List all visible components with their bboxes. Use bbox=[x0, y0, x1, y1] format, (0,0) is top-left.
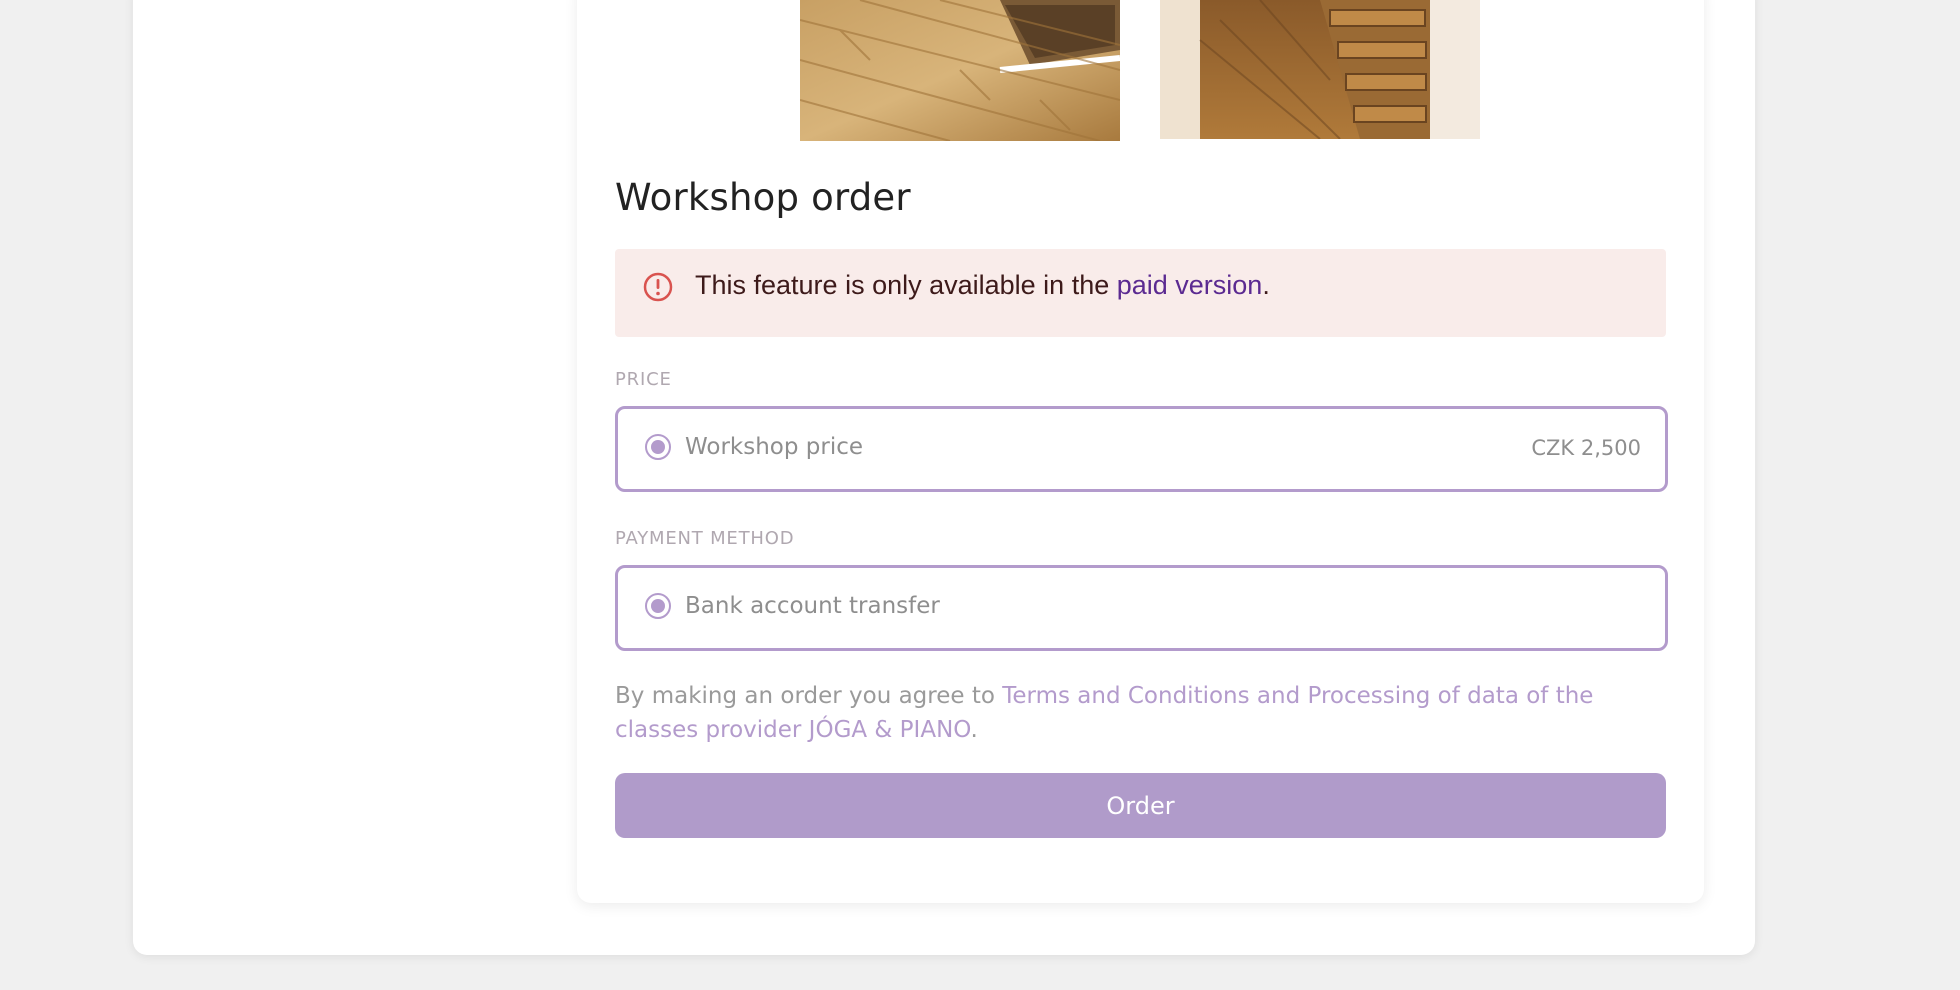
alert-text-before: This feature is only available in the bbox=[695, 270, 1117, 300]
payment-method-section-label: PAYMENT METHOD bbox=[615, 528, 795, 549]
payment-method-option-label: Bank account transfer bbox=[685, 593, 940, 619]
page-title: Workshop order bbox=[615, 176, 911, 219]
price-section-label: PRICE bbox=[615, 369, 672, 390]
payment-method-radio[interactable] bbox=[645, 593, 671, 619]
paid-version-link[interactable]: paid version bbox=[1117, 270, 1263, 300]
stairs-image bbox=[1160, 0, 1480, 139]
exclamation-circle-icon bbox=[643, 272, 673, 302]
price-option-label: Workshop price bbox=[685, 434, 864, 460]
terms-text-after: . bbox=[970, 717, 978, 743]
workshop-photo-floor[interactable] bbox=[800, 0, 1120, 141]
alert-text-after: . bbox=[1262, 270, 1270, 300]
price-option[interactable]: Workshop price CZK 2,500 bbox=[615, 406, 1668, 492]
terms-notice: By making an order you agree to Terms an… bbox=[615, 679, 1675, 747]
floor-image bbox=[800, 0, 1120, 141]
workshop-photo-stairs[interactable] bbox=[1160, 0, 1480, 139]
alert-message: This feature is only available in the pa… bbox=[695, 270, 1270, 301]
price-option-value: CZK 2,500 bbox=[1531, 436, 1641, 460]
terms-text-before: By making an order you agree to bbox=[615, 683, 1003, 709]
paid-version-alert: This feature is only available in the pa… bbox=[615, 249, 1666, 337]
price-radio[interactable] bbox=[645, 434, 671, 460]
order-button[interactable]: Order bbox=[615, 773, 1666, 838]
payment-method-option[interactable]: Bank account transfer bbox=[615, 565, 1668, 651]
